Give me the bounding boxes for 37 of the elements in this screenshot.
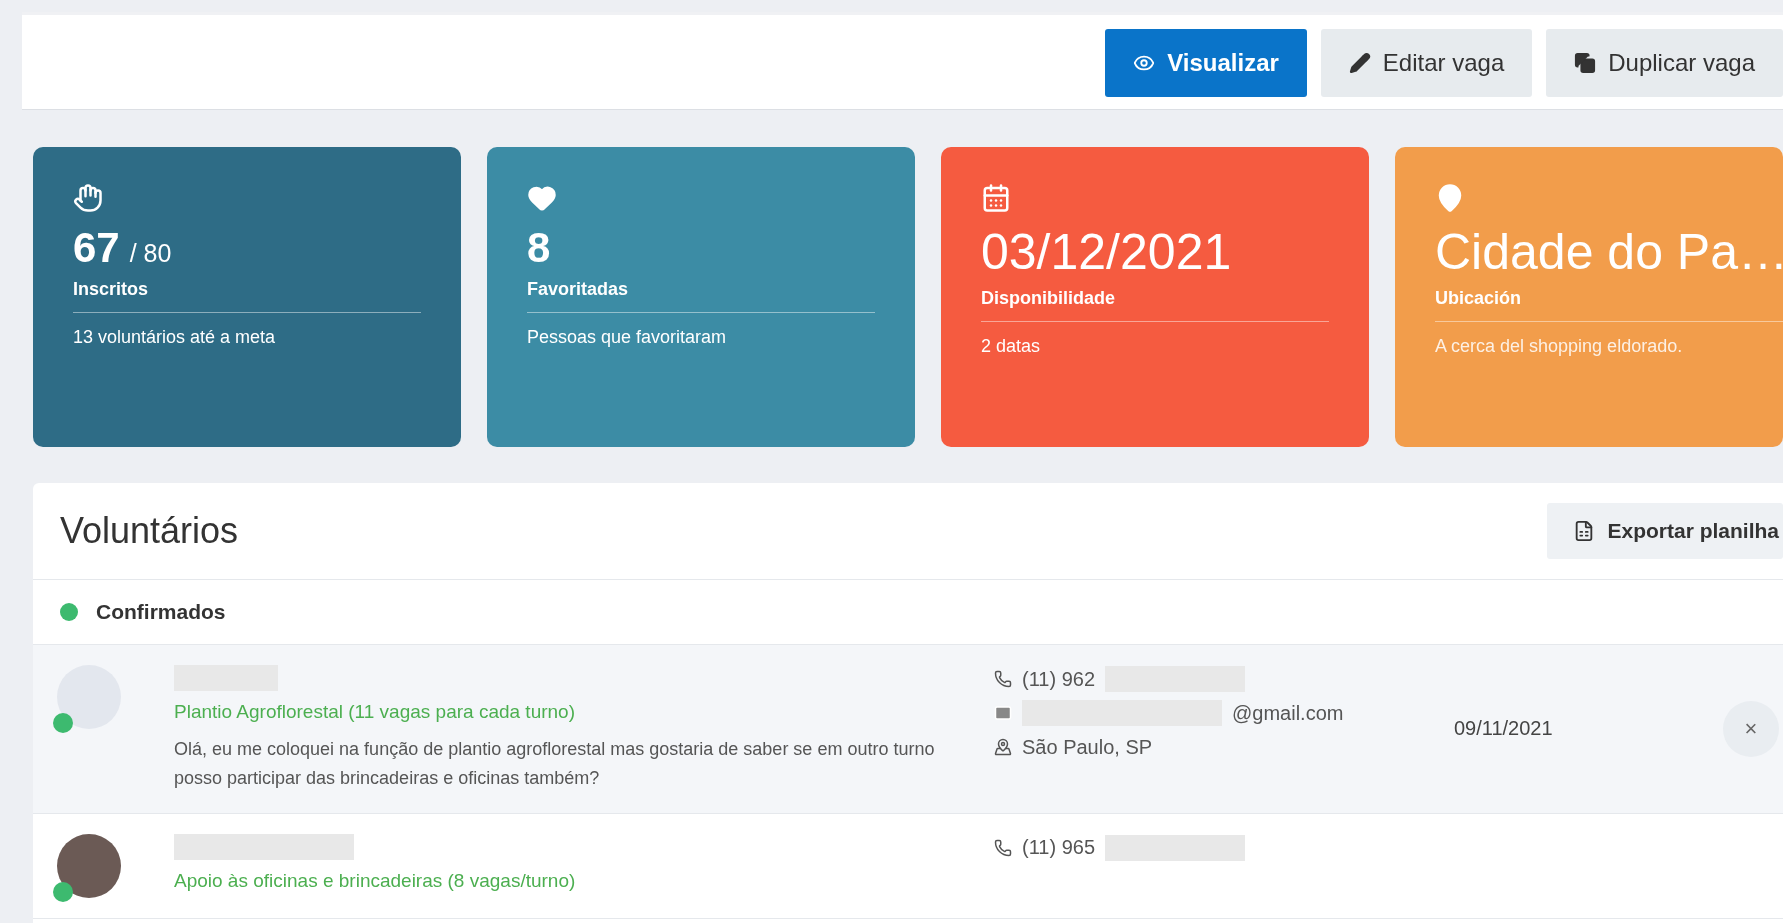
group-label: Confirmados	[96, 600, 226, 624]
location-text: São Paulo, SP	[1022, 735, 1153, 759]
stat-value: 67	[73, 225, 120, 272]
stat-value: 03/12/2021	[981, 225, 1232, 280]
phone-icon	[994, 838, 1012, 857]
stat-label: Ubicación	[1435, 288, 1783, 322]
phone-text: (11) 965	[1022, 836, 1095, 860]
stat-note: 13 voluntários até a meta	[73, 327, 277, 349]
stat-label: Disponibilidade	[981, 288, 1329, 322]
phone-icon	[994, 670, 1012, 688]
export-button[interactable]: Exportar planilha	[1547, 503, 1783, 559]
stat-value: 8	[527, 225, 551, 272]
stat-total: / 80	[129, 239, 172, 268]
location-icon	[994, 738, 1012, 756]
message-text: Olá, eu me coloquei na função de plantio agroflorestal mas gostaria de saber se em outro turno posso participar das brincadeiras e oficinas também?	[174, 738, 936, 790]
role-text: Plantio Agroflorestal (11 vagas para cada turno)	[174, 701, 576, 723]
hand-icon	[73, 183, 103, 213]
panel-title: Voluntários	[60, 510, 239, 552]
stat-value: Cidade do Pa…	[1435, 225, 1783, 280]
phone-text: (11) 962	[1022, 667, 1095, 691]
stat-label: Favoritadas	[527, 279, 875, 314]
stat-note: 2 datas	[981, 336, 1042, 357]
stat-note: A cerca del shopping eldorado.	[1435, 336, 1684, 357]
toolbar-button[interactable]: Editar vaga	[1320, 29, 1533, 97]
toolbar-button[interactable]: Duplicar vaga	[1546, 29, 1783, 97]
stat-note: Pessoas que favoritaram	[527, 327, 728, 349]
stat-label: Inscritos	[73, 279, 421, 314]
calendar-icon	[981, 183, 1011, 213]
date-text: 09/11/2021	[1454, 717, 1554, 741]
role-text: Apoio às oficinas e brincadeiras (8 vagas/turno)	[174, 869, 577, 892]
toolbar-button[interactable]: Visualizar	[1105, 29, 1307, 97]
pencil-icon	[1348, 52, 1371, 74]
copy-icon	[1574, 52, 1597, 74]
volunteer-row[interactable]	[33, 645, 1783, 814]
remove-button[interactable]: ×	[1723, 700, 1779, 757]
mail-icon	[994, 704, 1012, 722]
email-text: @gmail.com	[1232, 701, 1344, 725]
